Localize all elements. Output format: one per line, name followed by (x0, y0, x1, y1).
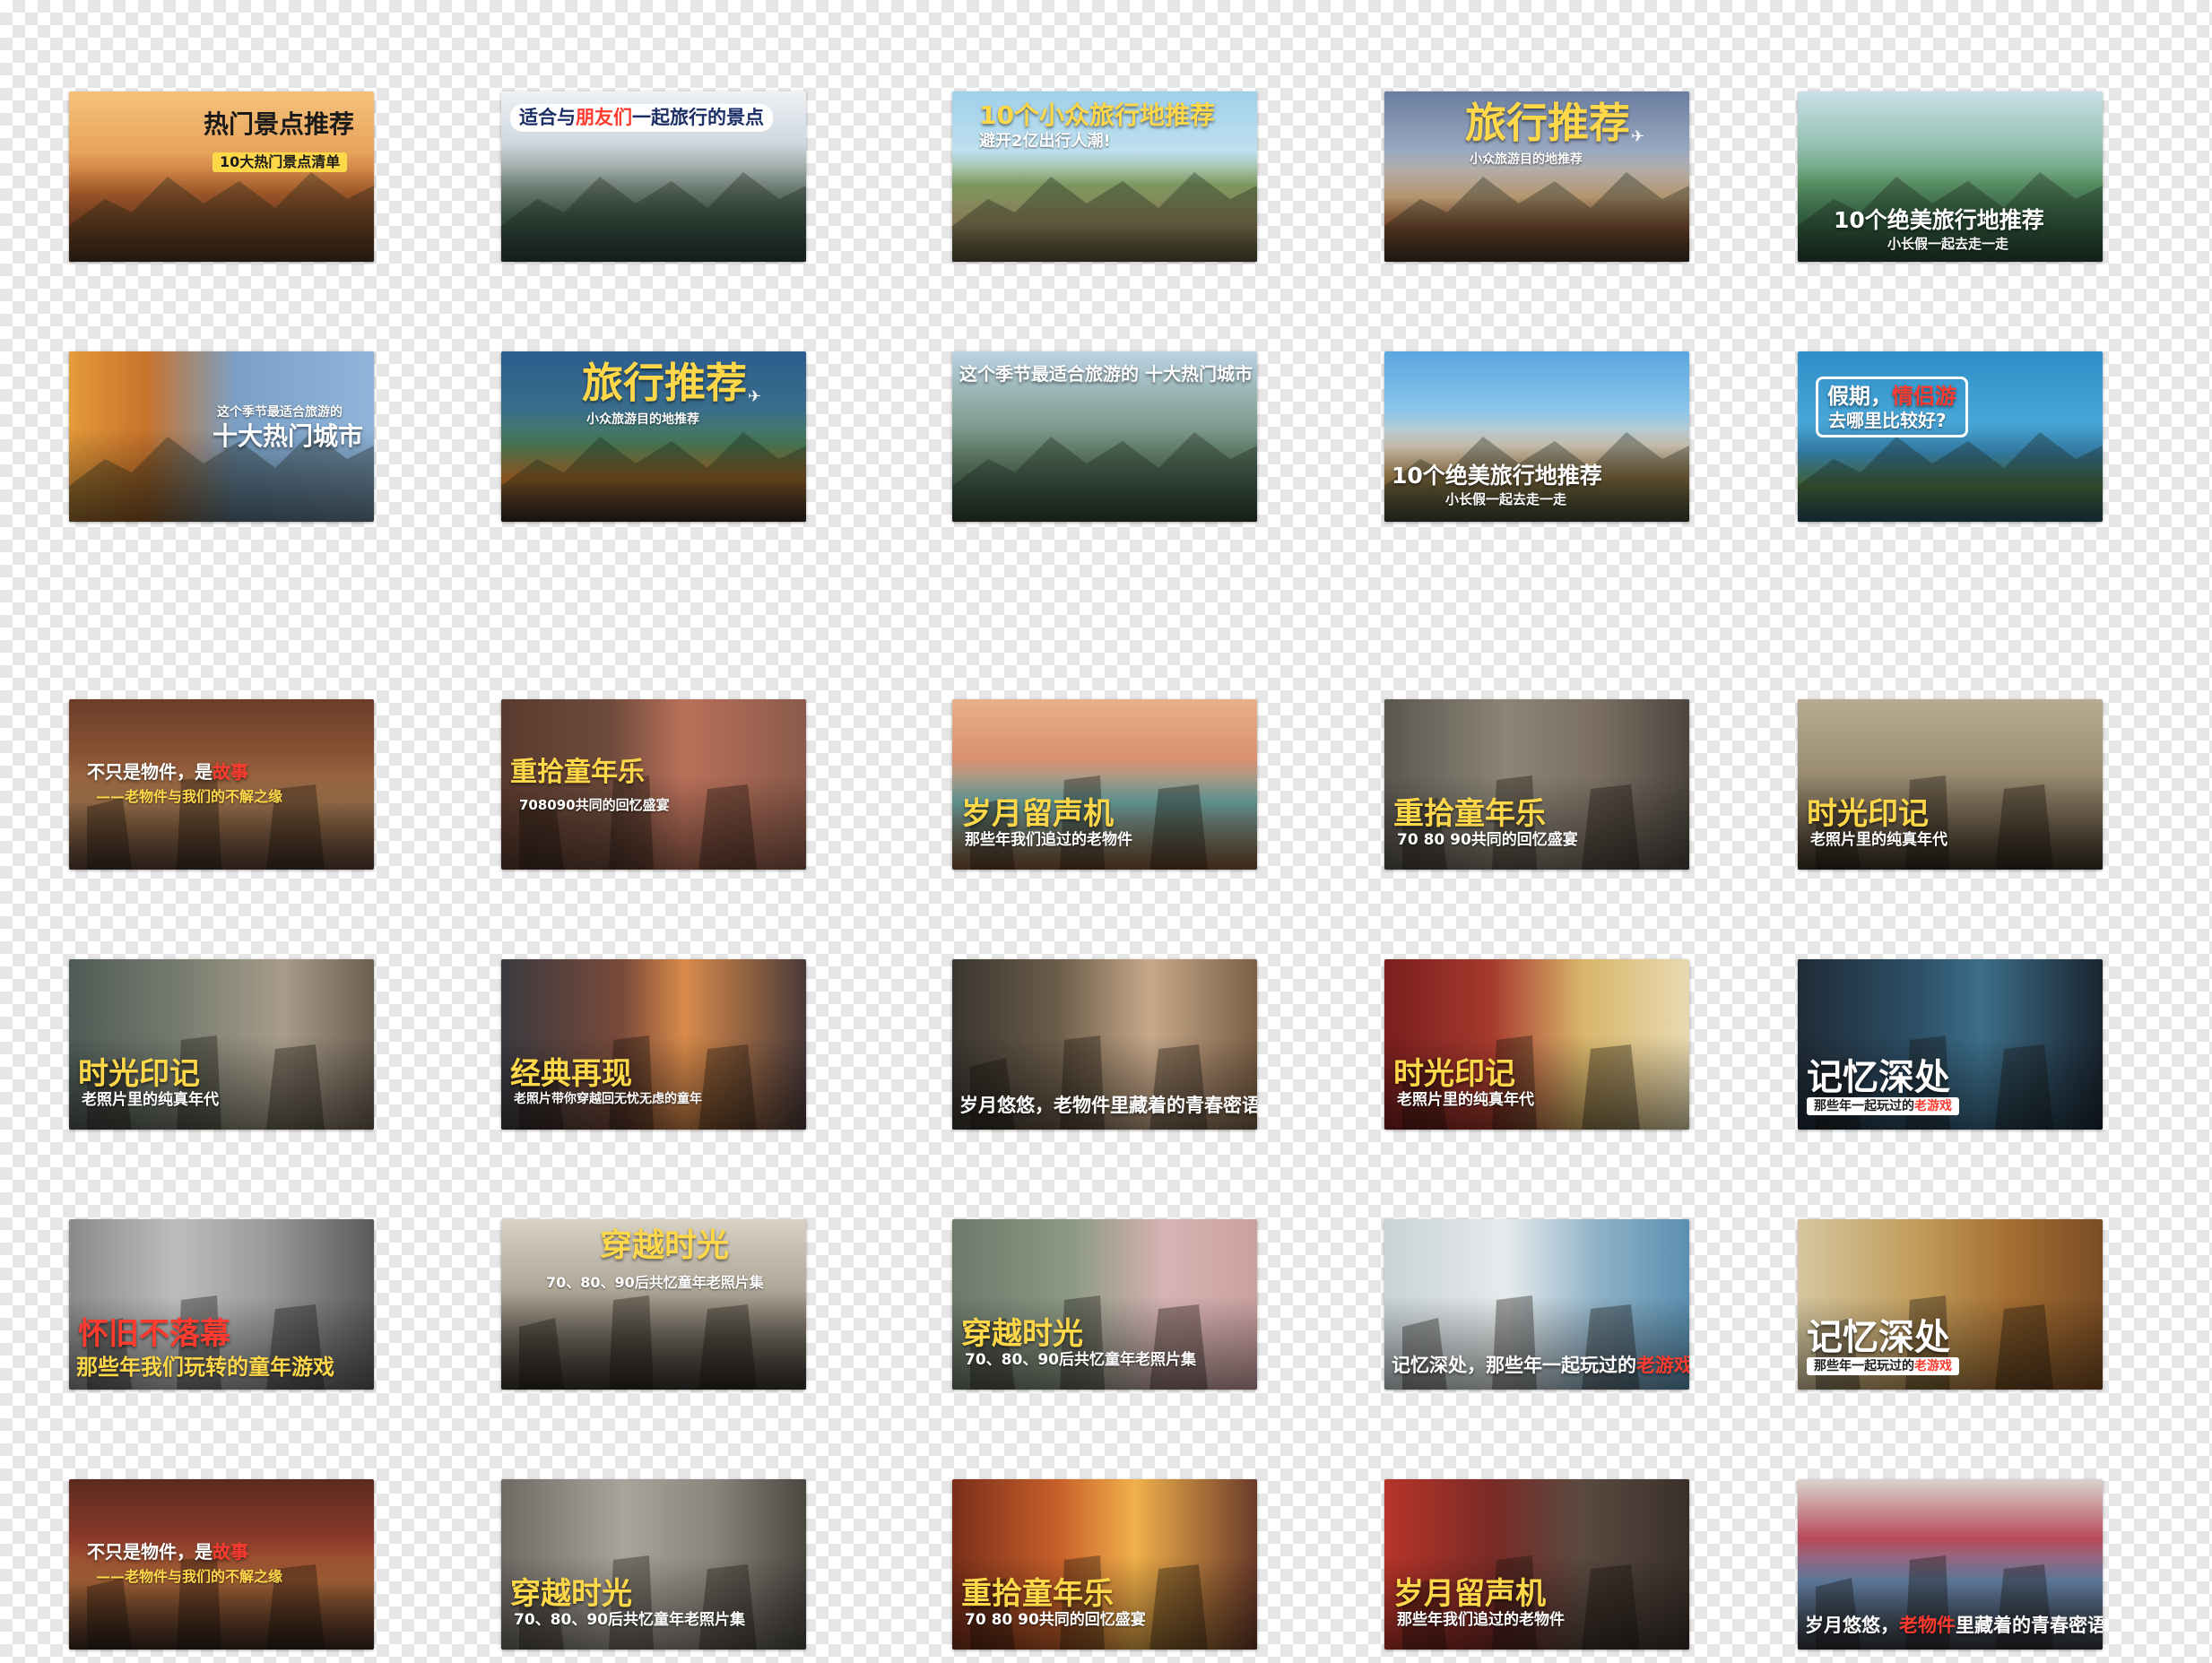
thumbnail-water-town[interactable]: 适合与朋友们一起旅行的景点 (501, 91, 806, 262)
thumbnail-subtitle: 小众旅游目的地推荐 (1470, 152, 1583, 167)
thumbnail-red-cabinet[interactable]: 时光印记 老照片里的纯真年代 (1384, 959, 1689, 1130)
thumbnail-arcade[interactable]: 记忆深处 那些年一起玩过的老游戏 (1798, 959, 2103, 1130)
thumbnail-subtitle: 708090共同的回忆盛宴 (519, 797, 670, 813)
thumbnail-title: 岁月悠悠，老物件里藏着的青春密语 (959, 1095, 1257, 1116)
thumbnail-title: 时光印记 (1393, 1056, 1515, 1092)
thumbnail-title: 不只是物件，是故事 (87, 1541, 248, 1563)
highlight-text: 老游戏 (1914, 1359, 1952, 1373)
thumbnail-bw-hopscotch[interactable]: 穿越时光 70、80、90后共忆童年老照片集 (501, 1479, 806, 1650)
thumbnail-subtitle: 那些年一起玩过的老游戏 (1807, 1357, 1959, 1376)
thumbnail-subtitle: 70 80 90共同的回忆盛宴 (965, 1611, 1146, 1629)
thumbnail-old-shop-bike[interactable]: 不只是物件，是故事 ——老物件与我们的不解之缘 (69, 699, 374, 870)
thumbnail-title: 穿越时光 (600, 1227, 730, 1264)
highlight-text: 故事 (213, 1541, 248, 1563)
thumbnail-green-mountain[interactable]: 10个绝美旅行地推荐小长假一起去走一走 (1798, 91, 2103, 262)
thumbnail-retro-room[interactable]: 岁月留声机 那些年我们追过的老物件 (952, 699, 1257, 870)
thumbnail-subtitle: 70 80 90共同的回忆盛宴 (1397, 831, 1578, 849)
thumbnail-subtitle: 70、80、90后共忆童年老照片集 (965, 1351, 1196, 1369)
thumbnail-title: 10个小众旅行地推荐 (979, 100, 1215, 130)
thumbnail-subtitle: 老照片带你穿越回无忧无虑的童年 (514, 1092, 702, 1106)
thumbnail-subtitle: 小众旅游目的地推荐 (586, 412, 699, 427)
thumbnail-title: 10个绝美旅行地推荐 (1834, 207, 2044, 233)
thumbnail-title: 穿越时光 (510, 1576, 632, 1612)
thumbnail-potala-palace[interactable]: 热门景点推荐 10大热门景点清单 (69, 91, 374, 262)
thumbnail-title: 经典再现 (510, 1056, 632, 1092)
thumbnail-thermos-radio[interactable]: 岁月留声机 那些年我们追过的老物件 (1384, 1479, 1689, 1650)
thumbnail-title: 记忆深处 (1807, 1317, 1950, 1358)
thumbnail-game-console[interactable]: 记忆深处 那些年一起玩过的老游戏 (1798, 1219, 2103, 1390)
thumbnail-title: 旅行推荐 (582, 359, 747, 407)
highlight-text: 老物件 (1899, 1615, 1956, 1636)
image-shade (69, 1479, 374, 1650)
thumbnail-subtitle: 避开2亿出行人潮! (979, 132, 1111, 151)
thumbnail-title: 时光印记 (78, 1056, 200, 1092)
thumbnail-subtitle: 70、80、90后共忆童年老照片集 (546, 1274, 764, 1291)
thumbnail-title: 时光印记 (1807, 796, 1929, 832)
thumbnail-karst-peaks[interactable]: 这个季节最适合旅游的 十大热门城市 (952, 351, 1257, 522)
thumbnail-subtitle: 小长假一起去走一走 (1887, 236, 2009, 252)
thumbnail-kids-at-window[interactable]: 重拾童年乐 70 80 90共同的回忆盛宴 (1384, 699, 1689, 870)
airplane-icon: ✈ (748, 387, 762, 406)
thumbnail-kids-playing[interactable]: 重拾童年乐 708090共同的回忆盛宴 (501, 699, 806, 870)
thumbnail-title: 岁月悠悠，老物件里藏着的青春密语 (1805, 1615, 2103, 1636)
thumbnail-title: 岁月留声机 (1393, 1576, 1546, 1612)
thumbnail-old-tv[interactable]: 岁月悠悠，老物件里藏着的青春密语 (952, 959, 1257, 1130)
thumbnail-pagodas[interactable]: 10个绝美旅行地推荐小长假一起去走一走 (1384, 351, 1689, 522)
thumbnail-subtitle: 老照片里的纯真年代 (82, 1091, 219, 1109)
thumbnail-island-lake[interactable]: 假期，情侣游 去哪里比较好? (1798, 351, 2103, 522)
thumbnail-title: 不只是物件，是故事 (87, 761, 248, 783)
thumbnail-street-crowd[interactable]: 穿越时光 70、80、90后共忆童年老照片集 (501, 1219, 806, 1390)
thumbnail-title: 岁月留声机 (961, 796, 1114, 832)
thumbnail-night-bridge[interactable]: 旅行推荐小众旅游目的地推荐 ✈ (501, 351, 806, 522)
thumbnail-grid: 热门景点推荐 10大热门景点清单 适合与朋友们一起旅行的景点 10个小众旅行地推荐避开… (0, 0, 2212, 1663)
thumbnail-subtitle: 老照片里的纯真年代 (1810, 831, 1947, 849)
thumbnail-title: 这个季节最适合旅游的 十大热门城市 (959, 363, 1253, 385)
thumbnail-subtitle: ——老物件与我们的不解之缘 (96, 1568, 283, 1585)
image-shade (69, 699, 374, 870)
thumbnail-title: 重拾童年乐 (510, 757, 645, 788)
thumbnail-subtitle: 去哪里比较好? (1828, 410, 1947, 431)
airplane-icon: ✈ (1631, 127, 1645, 146)
thumbnail-subtitle: 那些年我们追过的老物件 (965, 831, 1132, 849)
highlight-text: 朋友们 (576, 107, 632, 128)
thumbnail-pavilion-sunset[interactable]: 十大热门城市 这个季节最适合旅游的 (69, 351, 374, 522)
thumbnail-bedroom[interactable]: 穿越时光 70、80、90后共忆童年老照片集 (952, 1219, 1257, 1390)
thumbnail-subtitle: 10大热门景点清单 (213, 152, 348, 173)
highlight-text: 情侣游 (1892, 384, 1956, 409)
thumbnail-cassettes[interactable]: 岁月悠悠，老物件里藏着的青春密语 (1798, 1479, 2103, 1650)
highlight-text: 老游戏 (1636, 1355, 1689, 1376)
thumbnail-title: 重拾童年乐 (961, 1576, 1114, 1612)
thumbnail-subtitle: 老照片里的纯真年代 (1397, 1091, 1534, 1109)
thumbnail-stone-bridge[interactable]: 10个小众旅行地推荐避开2亿出行人潮! (952, 91, 1257, 262)
thumbnail-subtitle: 那些年我们追过的老物件 (1397, 1611, 1565, 1629)
thumbnail-title: 热门景点推荐 (204, 109, 355, 139)
thumbnail-title: 记忆深处，那些年一起玩过的老游戏 (1392, 1355, 1689, 1376)
thumbnail-subtitle: 那些年我们玩转的童年游戏 (76, 1355, 334, 1380)
thumbnail-title: 怀旧不落幕 (78, 1316, 230, 1352)
thumbnail-subtitle: ——老物件与我们的不解之缘 (96, 788, 283, 805)
thumbnail-title: 10个绝美旅行地推荐 (1392, 463, 1602, 489)
thumbnail-subtitle: 这个季节最适合旅游的 (217, 405, 343, 420)
thumbnail-title: 重拾童年乐 (1393, 796, 1546, 832)
thumbnail-subtitle: 那些年一起玩过的老游戏 (1807, 1097, 1959, 1116)
thumbnail-title: 十大热门城市 (213, 421, 364, 451)
thumbnail-boy-studying[interactable]: 时光印记 老照片里的纯真年代 (69, 959, 374, 1130)
thumbnail-toy-shelf[interactable]: 不只是物件，是故事 ——老物件与我们的不解之缘 (69, 1479, 374, 1650)
highlight-text: 故事 (213, 761, 248, 783)
thumbnail-subtitle: 小长假一起去走一走 (1445, 491, 1567, 507)
thumbnail-bw-kids[interactable]: 怀旧不落幕那些年我们玩转的童年游戏 (69, 1219, 374, 1390)
thumbnail-title: 旅行推荐 (1465, 99, 1630, 147)
thumbnail-sunset-kids[interactable]: 重拾童年乐 70 80 90共同的回忆盛宴 (952, 1479, 1257, 1650)
thumbnail-subtitle: 70、80、90后共忆童年老照片集 (514, 1611, 745, 1629)
thumbnail-title: 记忆深处 (1807, 1057, 1950, 1098)
thumbnail-computer-lab[interactable]: 记忆深处，那些年一起玩过的老游戏 (1384, 1219, 1689, 1390)
thumbnail-title: 穿越时光 (961, 1316, 1083, 1352)
thumbnail-title: 适合与朋友们一起旅行的景点 (510, 104, 773, 133)
thumbnail-classroom[interactable]: 时光印记 老照片里的纯真年代 (1798, 699, 2103, 870)
highlight-text: 老游戏 (1914, 1099, 1952, 1113)
thumbnail-monastery[interactable]: 旅行推荐小众旅游目的地推荐 ✈ (1384, 91, 1689, 262)
thumbnail-jump-rope[interactable]: 经典再现 老照片带你穿越回无忧无虑的童年 (501, 959, 806, 1130)
